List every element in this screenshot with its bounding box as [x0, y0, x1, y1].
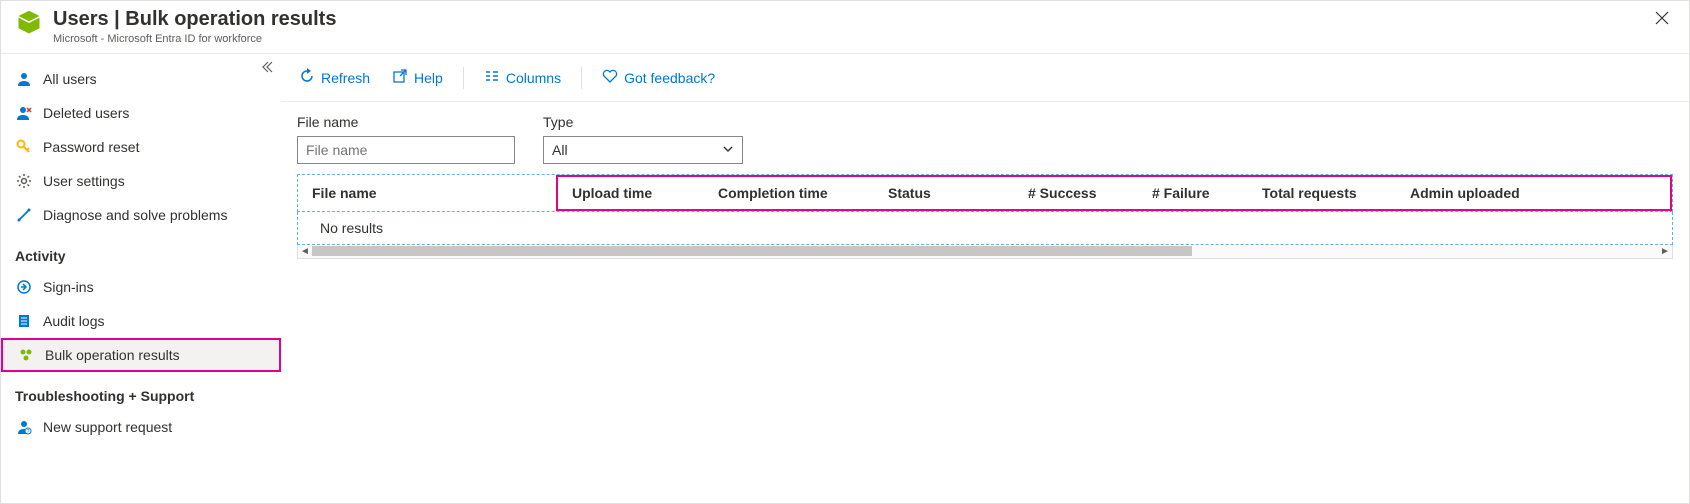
horizontal-scrollbar[interactable]: ◄ ►	[297, 245, 1673, 259]
external-link-icon	[392, 68, 408, 87]
highlighted-columns: Upload time Completion time Status # Suc…	[556, 175, 1672, 211]
column-header-status[interactable]: Status	[874, 177, 1014, 209]
column-header-success[interactable]: # Success	[1014, 177, 1138, 209]
type-filter-label: Type	[543, 114, 743, 130]
scroll-right-arrow[interactable]: ►	[1658, 245, 1672, 257]
column-header-completion-time[interactable]: Completion time	[704, 177, 874, 209]
sidebar-item-deleted-users[interactable]: Deleted users	[1, 96, 281, 130]
sidebar-item-diagnose[interactable]: Diagnose and solve problems	[1, 198, 281, 232]
column-header-failure[interactable]: # Failure	[1138, 177, 1248, 209]
toolbar-separator	[581, 67, 582, 89]
help-label: Help	[414, 70, 443, 86]
sidebar-item-user-settings[interactable]: User settings	[1, 164, 281, 198]
column-header-file-name[interactable]: File name	[298, 175, 556, 211]
refresh-button[interactable]: Refresh	[293, 64, 376, 91]
key-icon	[15, 139, 33, 155]
sidebar-item-label: Audit logs	[43, 313, 104, 329]
column-header-admin-uploaded[interactable]: Admin uploaded	[1396, 177, 1670, 209]
collapse-sidebar-button[interactable]	[259, 60, 273, 77]
column-header-total-requests[interactable]: Total requests	[1248, 177, 1396, 209]
sidebar-item-label: New support request	[43, 419, 172, 435]
sidebar-item-label: Bulk operation results	[45, 347, 180, 363]
columns-label: Columns	[506, 70, 561, 86]
sidebar-item-password-reset[interactable]: Password reset	[1, 130, 281, 164]
type-filter-value: All	[552, 142, 568, 158]
refresh-icon	[299, 68, 315, 87]
tools-icon	[15, 207, 33, 223]
columns-icon	[484, 68, 500, 87]
app-icon	[15, 9, 43, 40]
user-icon	[15, 71, 33, 87]
feedback-label: Got feedback?	[624, 70, 715, 86]
scrollbar-thumb[interactable]	[312, 246, 1192, 256]
toolbar-separator	[463, 67, 464, 89]
sidebar-item-label: Sign-ins	[43, 279, 94, 295]
columns-button[interactable]: Columns	[478, 64, 567, 91]
log-icon	[15, 313, 33, 329]
sidebar-item-bulk-operation-results[interactable]: Bulk operation results	[1, 338, 281, 372]
page-subtitle: Microsoft - Microsoft Entra ID for workf…	[53, 33, 1649, 45]
filter-row: File name Type All	[281, 102, 1689, 174]
user-x-icon	[15, 105, 33, 121]
feedback-button[interactable]: Got feedback?	[596, 64, 721, 91]
no-results-text: No results	[298, 212, 1672, 244]
support-icon: ?	[15, 419, 33, 435]
main-content: Refresh Help Columns Got feedback?	[281, 54, 1689, 503]
signin-icon	[15, 279, 33, 295]
page-title: Users | Bulk operation results	[53, 7, 1649, 31]
sidebar-item-label: Diagnose and solve problems	[43, 207, 227, 223]
results-table: File name Upload time Completion time St…	[297, 174, 1673, 259]
sidebar: All users Deleted users Password reset U…	[1, 54, 281, 503]
sidebar-item-label: All users	[43, 71, 97, 87]
sidebar-group-support: Troubleshooting + Support	[1, 372, 281, 410]
chevron-down-icon	[722, 142, 734, 158]
sidebar-item-audit-logs[interactable]: Audit logs	[1, 304, 281, 338]
sidebar-item-all-users[interactable]: All users	[1, 62, 281, 96]
bulk-icon	[17, 347, 35, 363]
sidebar-item-new-support-request[interactable]: ? New support request	[1, 410, 281, 444]
help-button[interactable]: Help	[386, 64, 449, 91]
filename-filter-label: File name	[297, 114, 515, 130]
sidebar-group-activity: Activity	[1, 232, 281, 270]
type-filter-select[interactable]: All	[543, 136, 743, 164]
close-button[interactable]	[1649, 7, 1675, 34]
refresh-label: Refresh	[321, 70, 370, 86]
sidebar-item-sign-ins[interactable]: Sign-ins	[1, 270, 281, 304]
heart-icon	[602, 68, 618, 87]
column-header-upload-time[interactable]: Upload time	[558, 177, 704, 209]
table-body: No results	[297, 212, 1673, 245]
toolbar: Refresh Help Columns Got feedback?	[281, 54, 1689, 102]
scroll-left-arrow[interactable]: ◄	[298, 245, 312, 257]
table-header-row: File name Upload time Completion time St…	[297, 174, 1673, 212]
filename-filter-input[interactable]	[297, 136, 515, 164]
sidebar-item-label: User settings	[43, 173, 125, 189]
svg-text:?: ?	[27, 429, 30, 435]
gear-icon	[15, 173, 33, 189]
sidebar-item-label: Password reset	[43, 139, 139, 155]
sidebar-item-label: Deleted users	[43, 105, 129, 121]
page-header: Users | Bulk operation results Microsoft…	[1, 1, 1689, 54]
